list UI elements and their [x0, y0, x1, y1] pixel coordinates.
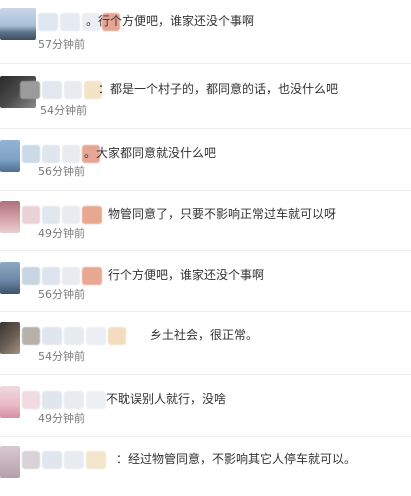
- avatar[interactable]: [0, 386, 20, 418]
- avatar[interactable]: [0, 201, 20, 233]
- blurred-username: [22, 451, 106, 469]
- comment-item: 。大家都同意就没什么吧 56分钟前: [0, 140, 411, 190]
- comment-time: 49分钟前: [38, 227, 85, 240]
- divider: [0, 190, 411, 191]
- comment-time: 49分钟前: [38, 412, 85, 425]
- divider: [0, 436, 411, 437]
- comment-item: 。行个方便吧，谁家还没个事啊 57分钟前: [0, 8, 411, 58]
- comment-item: 不耽误别人就行，没啥 49分钟前: [0, 386, 411, 436]
- comment-time: 56分钟前: [38, 288, 85, 301]
- comment-text: ：都是一个村子的，都同意的话，也没什么吧: [98, 82, 339, 96]
- comment-time: 54分钟前: [38, 350, 85, 363]
- comment-item: ：都是一个村子的，都同意的话，也没什么吧 54分钟前: [0, 76, 411, 126]
- divider: [0, 63, 411, 64]
- comment-text: 乡土社会，很正常。: [150, 328, 259, 342]
- avatar[interactable]: [0, 446, 20, 478]
- comment-text: ：经过物管同意，不影响其它人停车就可以。: [116, 452, 357, 466]
- comment-item: 物管同意了，只要不影响正常过车就可以呀 49分钟前: [0, 201, 411, 251]
- blurred-username: [22, 206, 102, 224]
- comment-text: 。行个方便吧，谁家还没个事啊: [86, 14, 255, 28]
- comment-item: ：经过物管同意，不影响其它人停车就可以。: [0, 446, 411, 496]
- avatar[interactable]: [0, 322, 20, 354]
- comment-item: 乡土社会，很正常。 54分钟前: [0, 322, 411, 372]
- divider: [0, 128, 411, 129]
- blurred-username: [22, 267, 102, 285]
- divider: [0, 250, 411, 251]
- avatar[interactable]: [0, 8, 36, 40]
- comment-text: 行个方便吧，谁家还没个事啊: [108, 268, 265, 282]
- comment-time: 56分钟前: [38, 165, 85, 178]
- blurred-username: [22, 327, 126, 345]
- comment-time: 54分钟前: [40, 104, 87, 117]
- divider: [0, 374, 411, 375]
- divider: [0, 311, 411, 312]
- avatar[interactable]: [0, 140, 20, 172]
- comment-text: 。大家都同意就没什么吧: [84, 146, 217, 160]
- avatar[interactable]: [0, 262, 20, 294]
- comment-text: 物管同意了，只要不影响正常过车就可以呀: [108, 207, 337, 221]
- comment-time: 57分钟前: [38, 38, 85, 51]
- comment-item: 行个方便吧，谁家还没个事啊 56分钟前: [0, 262, 411, 312]
- blurred-username: [20, 81, 102, 99]
- blurred-username: [22, 391, 106, 409]
- comment-text: 不耽误别人就行，没啥: [106, 392, 227, 406]
